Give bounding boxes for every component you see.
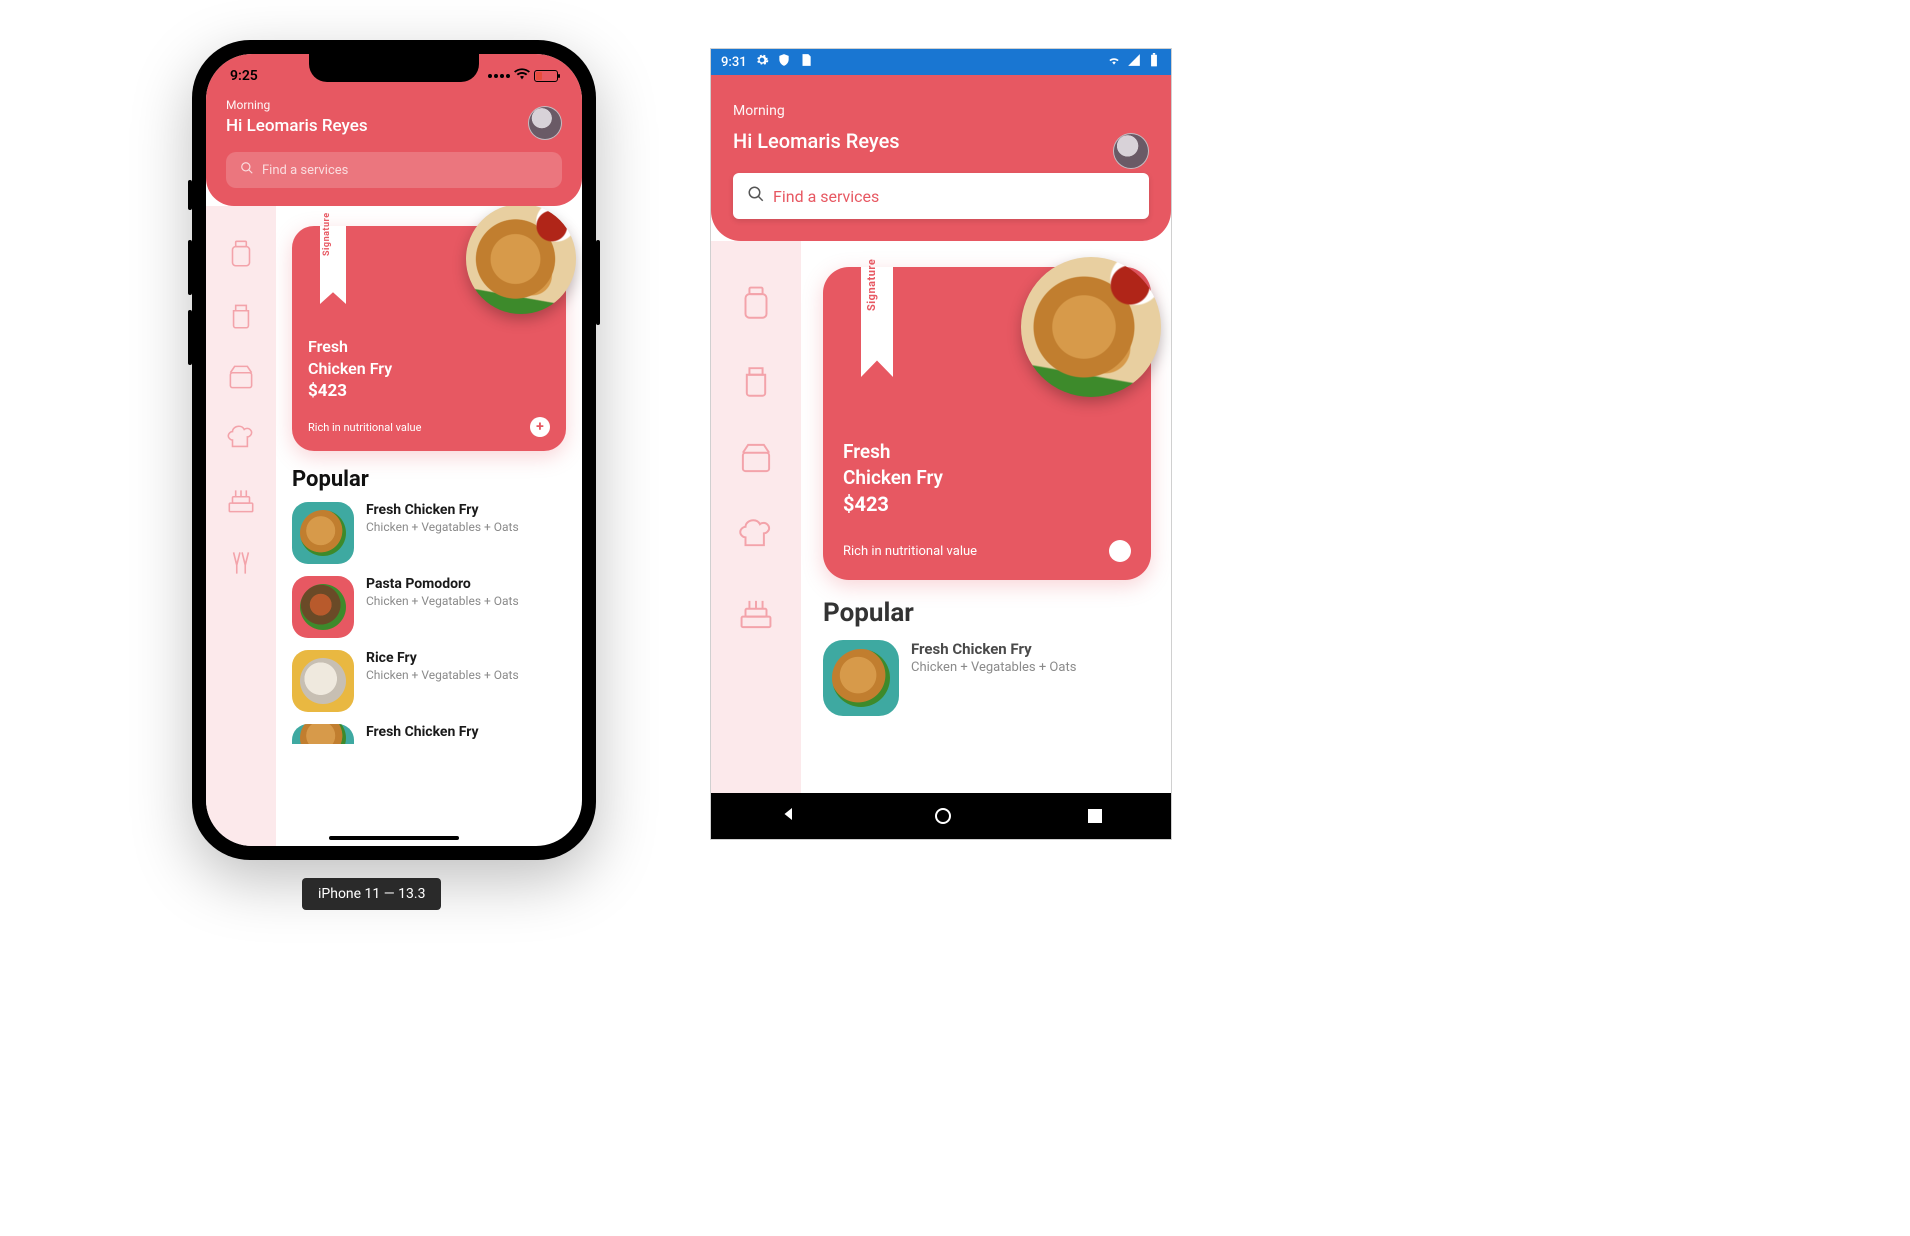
cellular-signal-icon: [488, 74, 510, 78]
search-placeholder: Find a services: [773, 187, 879, 206]
battery-icon: [1147, 53, 1161, 71]
sd-card-icon: [799, 53, 813, 71]
featured-dish-card[interactable]: Signature Fresh Chicken Fry $423 Rich in…: [823, 267, 1151, 580]
popular-item[interactable]: Fresh Chicken Fry: [292, 724, 566, 744]
category-rail: [206, 206, 276, 846]
category-cake-icon[interactable]: [735, 593, 777, 635]
android-nav-bar: [711, 793, 1171, 839]
android-home-button[interactable]: [935, 808, 951, 824]
app-header: Morning Hi Leomaris Reyes Find a service…: [711, 75, 1171, 241]
add-to-cart-button[interactable]: +: [1109, 540, 1131, 562]
popular-list: Fresh Chicken Fry Chicken + Vegatables +…: [823, 640, 1151, 716]
popular-item-title: Pasta Pomodoro: [366, 576, 519, 592]
search-input[interactable]: Find a services: [226, 152, 562, 188]
signature-ribbon-label: Signature: [322, 212, 332, 256]
greeting-time-of-day: Morning: [733, 103, 1149, 119]
featured-dish-subtitle: Rich in nutritional value: [308, 421, 421, 434]
popular-item[interactable]: Pasta Pomodoro Chicken + Vegatables + Oa…: [292, 576, 566, 638]
iphone-device-frame: 9:25 Morning Hi Leomaris Reyes Find a se…: [192, 40, 596, 860]
search-placeholder: Find a services: [262, 163, 348, 178]
category-chef-hat-icon[interactable]: [735, 515, 777, 557]
ios-status-time: 9:25: [230, 68, 258, 84]
main-content: Signature Fresh Chicken Fry $423 Rich in…: [801, 241, 1171, 793]
wifi-icon: [1107, 53, 1121, 71]
android-device-frame: 9:31 Morning Hi Leomaris Reyes Find a se…: [710, 48, 1172, 840]
popular-item-image: [292, 724, 354, 744]
popular-item-title: Fresh Chicken Fry: [911, 640, 1076, 658]
search-icon: [747, 185, 765, 207]
iphone-volume-down: [188, 310, 192, 365]
add-to-cart-button[interactable]: +: [530, 417, 550, 437]
iphone-volume-up: [188, 240, 192, 295]
category-box-icon[interactable]: [224, 360, 258, 394]
popular-item[interactable]: Fresh Chicken Fry Chicken + Vegatables +…: [823, 640, 1151, 716]
category-cake-icon[interactable]: [224, 484, 258, 518]
category-jam-icon[interactable]: [224, 298, 258, 332]
device-label: iPhone 11 — 13.3: [302, 878, 441, 910]
popular-item-title: Fresh Chicken Fry: [366, 724, 479, 740]
iphone-home-indicator[interactable]: [329, 836, 459, 840]
main-content: Signature Fresh Chicken Fry $423 Rich in…: [276, 206, 582, 846]
shield-icon: [777, 53, 791, 71]
featured-dish-card[interactable]: Signature Fresh Chicken Fry $423 Rich in…: [292, 226, 566, 451]
featured-dish-subtitle: Rich in nutritional value: [843, 544, 977, 559]
gear-icon: [755, 53, 769, 71]
iphone-power-button: [596, 240, 600, 325]
greeting-user-name: Hi Leomaris Reyes: [226, 116, 562, 136]
search-icon: [240, 161, 254, 179]
popular-item-subtitle: Chicken + Vegatables + Oats: [366, 668, 519, 684]
iphone-screen: 9:25 Morning Hi Leomaris Reyes Find a se…: [206, 54, 582, 846]
iphone-notch: [309, 54, 479, 82]
wifi-icon: [514, 68, 530, 84]
popular-item-title: Rice Fry: [366, 650, 519, 666]
featured-dish-price: $423: [308, 381, 550, 401]
user-avatar[interactable]: [528, 106, 562, 140]
user-avatar[interactable]: [1113, 133, 1149, 169]
category-drinks-icon[interactable]: [224, 546, 258, 580]
popular-item-image: [292, 576, 354, 638]
android-status-bar: 9:31: [711, 49, 1171, 75]
android-status-time: 9:31: [721, 55, 747, 70]
android-back-button[interactable]: [780, 805, 798, 827]
popular-item-subtitle: Chicken + Vegatables + Oats: [366, 520, 519, 536]
featured-dish-price: $423: [843, 492, 1131, 516]
popular-heading: Popular: [292, 467, 566, 492]
popular-item-subtitle: Chicken + Vegatables + Oats: [911, 660, 1076, 677]
search-input[interactable]: Find a services: [733, 173, 1149, 219]
popular-item-image: [292, 650, 354, 712]
signature-ribbon-label: Signature: [865, 259, 878, 311]
category-box-icon[interactable]: [735, 437, 777, 479]
greeting-time-of-day: Morning: [226, 98, 562, 112]
popular-item-image: [823, 640, 899, 716]
featured-dish-title: Fresh Chicken Fry: [308, 336, 550, 379]
popular-item-subtitle: Chicken + Vegatables + Oats: [366, 594, 519, 610]
popular-heading: Popular: [823, 598, 1151, 628]
cellular-signal-icon: [1127, 53, 1141, 71]
android-recent-apps-button[interactable]: [1088, 809, 1102, 823]
greeting-user-name: Hi Leomaris Reyes: [733, 129, 1149, 153]
popular-item-image: [292, 502, 354, 564]
category-rail: [711, 241, 801, 793]
featured-dish-image: [466, 206, 576, 314]
popular-list: Fresh Chicken Fry Chicken + Vegatables +…: [292, 502, 566, 744]
popular-item[interactable]: Rice Fry Chicken + Vegatables + Oats: [292, 650, 566, 712]
app-body: Signature Fresh Chicken Fry $423 Rich in…: [711, 241, 1171, 793]
featured-dish-image: [1021, 257, 1161, 397]
category-jar-icon[interactable]: [224, 236, 258, 270]
category-jar-icon[interactable]: [735, 281, 777, 323]
popular-item-title: Fresh Chicken Fry: [366, 502, 519, 518]
featured-dish-title: Fresh Chicken Fry: [843, 439, 1131, 490]
app-body: Signature Fresh Chicken Fry $423 Rich in…: [206, 206, 582, 846]
category-jam-icon[interactable]: [735, 359, 777, 401]
battery-icon: [534, 70, 558, 82]
popular-item[interactable]: Fresh Chicken Fry Chicken + Vegatables +…: [292, 502, 566, 564]
iphone-mute-switch: [188, 180, 192, 210]
category-chef-hat-icon[interactable]: [224, 422, 258, 456]
